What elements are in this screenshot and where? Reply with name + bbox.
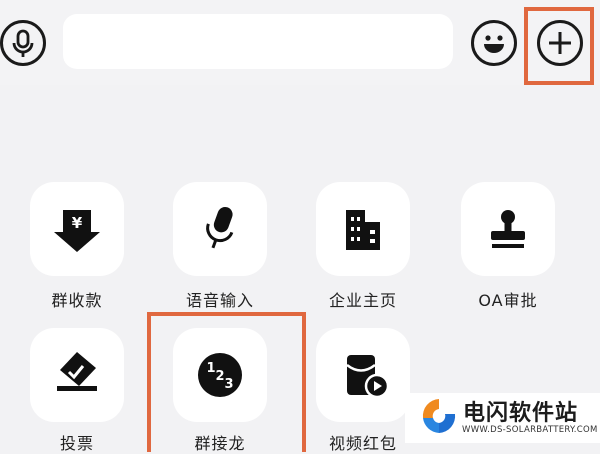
- tile-label: 群收款: [51, 291, 103, 310]
- yuan-down-arrow-icon: ¥: [54, 210, 100, 252]
- message-input[interactable]: [63, 14, 453, 69]
- highlight-box-plus: [524, 7, 594, 85]
- voice-input-button[interactable]: [173, 182, 267, 276]
- microphone-icon: [12, 29, 34, 57]
- chat-input-bar: [0, 0, 600, 85]
- company-homepage-button[interactable]: [316, 182, 410, 276]
- building-icon: [346, 210, 380, 250]
- group-collection-button[interactable]: ¥: [30, 182, 124, 276]
- smiley-face-icon: [484, 35, 504, 53]
- voice-button[interactable]: [0, 20, 46, 66]
- tile-label: OA审批: [478, 291, 538, 310]
- watermark: 电闪软件站 WWW.DS-SOLARBATTERY.COM: [405, 393, 600, 443]
- video-red-packet-button[interactable]: [316, 328, 410, 422]
- highlight-box-group-relay: [147, 312, 306, 452]
- oa-approval-button[interactable]: [461, 182, 555, 276]
- tile-label: 投票: [59, 434, 94, 453]
- microphone-icon: [206, 206, 234, 249]
- stamp-icon: [491, 210, 525, 248]
- svg-text:¥: ¥: [72, 214, 83, 232]
- vote-button[interactable]: [30, 328, 124, 422]
- tile-label: 企业主页: [328, 291, 397, 310]
- watermark-url: WWW.DS-SOLARBATTERY.COM: [462, 425, 598, 435]
- tile-label: 语音输入: [185, 291, 254, 310]
- watermark-title: 电闪软件站: [463, 401, 579, 426]
- emoji-button[interactable]: [471, 20, 517, 66]
- ballot-box-icon: [57, 352, 97, 391]
- site-logo-icon: [422, 399, 456, 433]
- video-red-packet-icon: [346, 355, 390, 399]
